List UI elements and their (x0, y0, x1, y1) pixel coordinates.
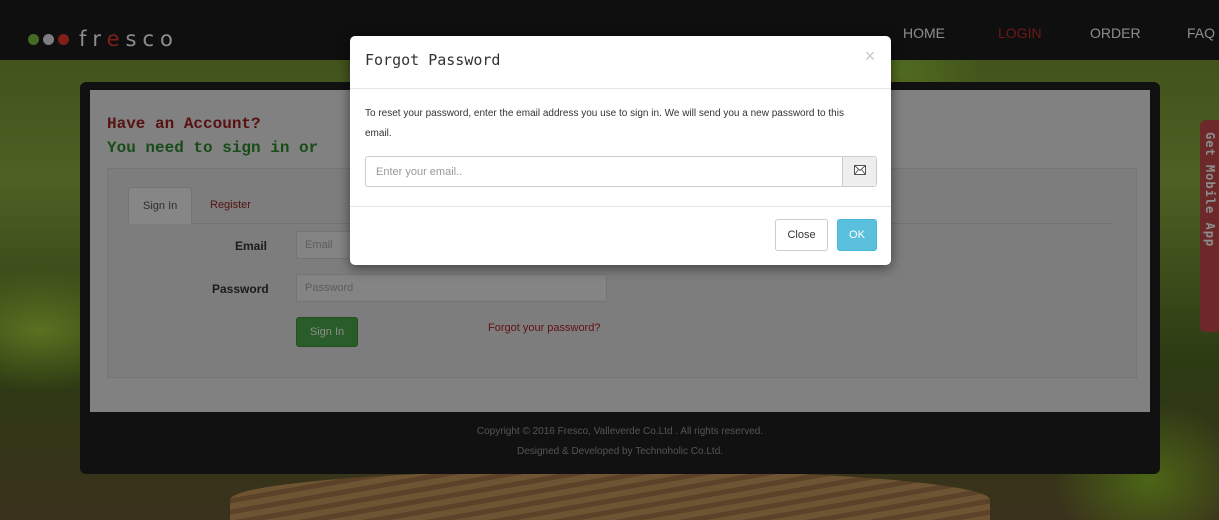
envelope-icon (842, 157, 876, 186)
modal-description: To reset your password, enter the email … (365, 108, 844, 139)
ok-button[interactable]: OK (837, 219, 877, 251)
modal-header: Forgot Password × (350, 36, 891, 89)
close-icon[interactable]: × (862, 46, 878, 66)
modal-body: To reset your password, enter the email … (350, 90, 891, 206)
forgot-password-modal: Forgot Password × To reset your password… (350, 36, 891, 265)
modal-footer: Close OK (350, 206, 891, 265)
reset-email-group (365, 156, 877, 187)
reset-email-input[interactable] (366, 157, 842, 186)
close-button[interactable]: Close (775, 219, 828, 251)
modal-title: Forgot Password (365, 51, 501, 69)
